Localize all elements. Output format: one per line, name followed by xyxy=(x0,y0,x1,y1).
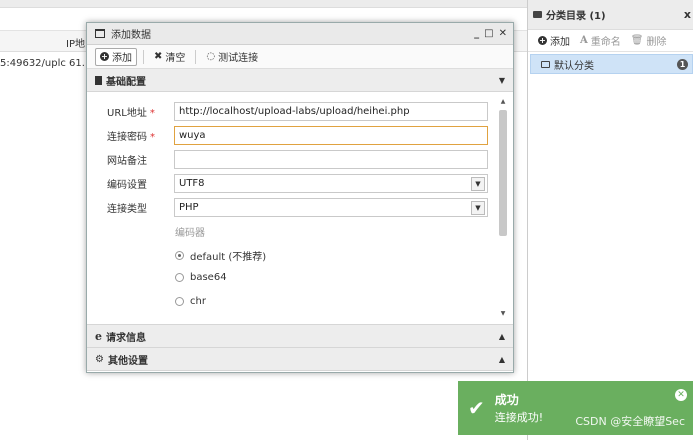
radio-icon[interactable] xyxy=(175,273,184,282)
add-data-dialog: 添加数据 _ □ ✕ + 添加 ✖ 清空 ◌ 测试连接 基础配置 ▼ URL地址… xyxy=(86,22,514,373)
test-connection-button[interactable]: ◌ 测试连接 xyxy=(202,48,262,66)
password-row: 连接密码 * wuya xyxy=(107,126,488,145)
plus-circle-icon: + xyxy=(538,36,547,45)
checkmark-icon: ✔ xyxy=(468,396,485,420)
encoder-option-base64[interactable]: base64 xyxy=(175,272,227,283)
panel-close-icon[interactable]: x xyxy=(684,8,691,21)
type-value: PHP xyxy=(179,202,199,213)
maximize-icon[interactable]: □ xyxy=(484,28,493,39)
dialog-titlebar[interactable]: 添加数据 _ □ ✕ xyxy=(87,23,513,45)
url-label: URL地址 * xyxy=(107,108,155,119)
add-button[interactable]: + 添加 xyxy=(95,47,137,66)
toolbar-divider xyxy=(195,49,197,64)
section-other-label: 其他设置 xyxy=(107,355,148,367)
window-controls: _ □ ✕ xyxy=(474,28,507,39)
toast-body: 成功 连接成功! xyxy=(495,391,543,425)
scroll-thumb[interactable] xyxy=(499,110,507,236)
encoder-option-default[interactable]: default (不推荐) xyxy=(175,248,266,263)
category-panel-header: 分类目录 (1) x xyxy=(528,0,693,30)
category-item-label: 默认分类 xyxy=(554,60,594,72)
encoder-option-label: default (不推荐) xyxy=(190,252,267,263)
window-icon xyxy=(95,29,105,38)
category-delete-label: 删除 xyxy=(646,37,667,48)
dialog-title: 添加数据 xyxy=(111,30,151,41)
category-delete-button[interactable]: 🗑 删除 xyxy=(631,33,667,48)
add-button-label: 添加 xyxy=(112,53,132,64)
password-label: 连接密码 * xyxy=(107,132,155,143)
section-basic-config[interactable]: 基础配置 ▼ xyxy=(87,69,513,92)
type-row: 连接类型 PHP ▼ xyxy=(107,198,488,217)
encoder-option-label: chr xyxy=(190,296,206,307)
section-request-info[interactable]: e 请求信息 ▲ xyxy=(87,325,513,348)
encoding-value: UTF8 xyxy=(179,178,205,189)
chevron-down-icon[interactable]: ▼ xyxy=(471,176,485,191)
toolbar-divider xyxy=(143,49,144,64)
trash-icon: 🗑 xyxy=(630,35,644,46)
clear-button-label: 清空 xyxy=(165,53,186,64)
note-label: 网站备注 xyxy=(107,156,147,167)
encoder-option-label: base64 xyxy=(190,272,227,283)
folder-icon xyxy=(533,11,542,18)
table-row[interactable]: 5:49632/uplc 61.14 xyxy=(0,58,98,69)
encoding-label: 编码设置 xyxy=(107,180,147,191)
encoder-label: 编码器 xyxy=(175,228,205,239)
type-label: 连接类型 xyxy=(107,204,147,215)
folder-open-icon xyxy=(541,60,550,68)
category-add-button[interactable]: + 添加 xyxy=(538,33,570,48)
category-panel-title: 分类目录 (1) xyxy=(546,11,606,22)
url-input[interactable]: http://localhost/upload-labs/upload/heih… xyxy=(174,102,488,121)
note-input[interactable] xyxy=(174,150,488,169)
column-header-ip[interactable]: IP地 xyxy=(66,35,85,50)
toast-close-icon[interactable]: ✕ xyxy=(675,389,687,401)
category-add-label: 添加 xyxy=(550,37,570,48)
gears-icon: ⚙ xyxy=(95,353,104,365)
url-row: URL地址 * http://localhost/upload-labs/uplo… xyxy=(107,102,488,121)
font-icon: A xyxy=(580,35,588,46)
encoding-select[interactable]: UTF8 ▼ xyxy=(174,174,488,193)
section-other-settings[interactable]: ⚙ 其他设置 ▲ xyxy=(87,348,513,371)
chevron-up-icon: ▲ xyxy=(498,354,505,364)
form-scrollbar[interactable]: ▲ ▼ xyxy=(498,98,508,320)
spinner-icon: ◌ xyxy=(206,51,216,62)
radio-checked-icon[interactable] xyxy=(175,251,184,260)
password-input[interactable]: wuya xyxy=(174,126,488,145)
minimize-icon[interactable]: _ xyxy=(474,28,479,39)
category-panel: 分类目录 (1) x + 添加 A 重命名 🗑 删除 默认分类 1 xyxy=(527,0,693,440)
section-request-label: 请求信息 xyxy=(106,332,146,344)
test-connection-label: 测试连接 xyxy=(218,53,259,64)
category-toolbar: + 添加 A 重命名 🗑 删除 xyxy=(528,30,693,52)
chevron-down-icon[interactable]: ▼ xyxy=(471,200,485,215)
scroll-down-icon[interactable]: ▼ xyxy=(498,310,508,320)
dialog-toolbar: + 添加 ✖ 清空 ◌ 测试连接 xyxy=(87,45,513,69)
category-rename-button[interactable]: A 重命名 xyxy=(580,33,621,48)
basic-config-form: URL地址 * http://localhost/upload-labs/uplo… xyxy=(87,92,513,325)
chevron-down-icon: ▼ xyxy=(498,75,505,85)
top-tab-strip xyxy=(0,0,527,8)
close-icon[interactable]: ✕ xyxy=(499,28,507,39)
type-select[interactable]: PHP ▼ xyxy=(174,198,488,217)
scroll-up-icon[interactable]: ▲ xyxy=(498,98,508,108)
note-row: 网站备注 xyxy=(107,150,488,169)
document-icon xyxy=(95,75,102,85)
plus-circle-icon: + xyxy=(100,52,109,61)
toast-title: 成功 xyxy=(494,393,519,407)
radio-icon[interactable] xyxy=(175,297,184,306)
section-basic-label: 基础配置 xyxy=(106,76,146,88)
x-icon: ✖ xyxy=(154,51,163,62)
encoding-row: 编码设置 UTF8 ▼ xyxy=(107,174,488,193)
watermark: CSDN @安全瞭望Sec xyxy=(575,415,685,428)
count-badge: 1 xyxy=(677,58,688,70)
toast-message: 连接成功! xyxy=(494,411,544,424)
encoder-option-chr[interactable]: chr xyxy=(175,296,206,307)
clear-button[interactable]: ✖ 清空 xyxy=(150,48,189,66)
chevron-up-icon: ▲ xyxy=(498,331,505,341)
category-rename-label: 重命名 xyxy=(590,37,621,48)
success-toast: ✔ 成功 连接成功! ✕ CSDN @安全瞭望Sec xyxy=(458,381,693,435)
category-item-default[interactable]: 默认分类 1 xyxy=(530,54,693,74)
browser-e-icon: e xyxy=(95,329,102,343)
